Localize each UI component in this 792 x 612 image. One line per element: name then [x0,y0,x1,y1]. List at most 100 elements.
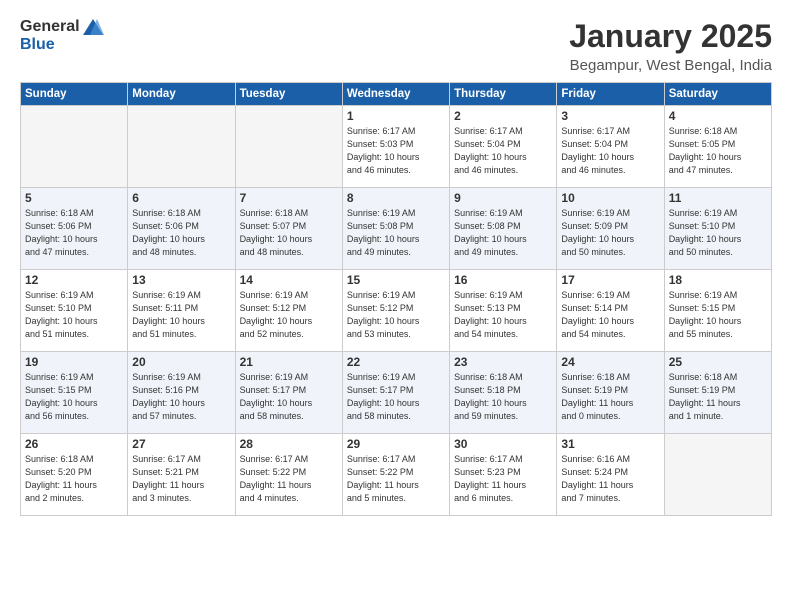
day-number: 14 [240,273,338,287]
calendar-day: 20Sunrise: 6:19 AM Sunset: 5:16 PM Dayli… [128,352,235,434]
calendar-day: 1 Sunrise: 6:17 AM Sunset: 5:03 PM Daylig… [342,106,449,188]
calendar-day: 14 Sunrise: 6:19 AM Sunset: 5:12 PM Dayli… [235,270,342,352]
day-number: 22 [347,355,445,369]
day-number: 5 [25,191,123,205]
day-info: Sunrise: 6:19 AM Sunset: 5:14 PM Dayligh… [561,289,659,341]
calendar-day: 7 Sunrise: 6:18 AM Sunset: 5:07 PM Daylig… [235,188,342,270]
day-number: 15 [347,273,445,287]
day-number: 27 [132,437,230,451]
day-info: Sunrise: 6:19 AM Sunset: 5:12 PM Dayligh… [347,289,445,341]
logo-general: General [20,18,80,36]
calendar-week-1: 5 Sunrise: 6:18 AM Sunset: 5:06 PM Daylig… [21,188,772,270]
calendar-day: 19 Sunrise: 6:19 AM Sunset: 5:15 PM Dayli… [21,352,128,434]
header-sunday: Sunday [21,83,128,106]
day-number: 7 [240,191,338,205]
day-number: 4 [669,109,767,123]
calendar-week-2: 12 Sunrise: 6:19 AM Sunset: 5:10 PM Dayli… [21,270,772,352]
day-info: Sunrise: 6:19 AM Sunset: 5:08 PM Dayligh… [347,207,445,259]
day-info: Sunrise: 6:17 AM Sunset: 5:04 PM Dayligh… [561,125,659,177]
day-number: 11 [669,191,767,205]
day-info: Sunrise: 6:19 AM Sunset: 5:15 PM Dayligh… [669,289,767,341]
calendar-day [21,106,128,188]
weekday-header-row: Sunday Monday Tuesday Wednesday Thursday… [21,83,772,106]
day-info: Sunrise: 6:18 AM Sunset: 5:07 PM Dayligh… [240,207,338,259]
header-wednesday: Wednesday [342,83,449,106]
calendar-day: 26Sunrise: 6:18 AM Sunset: 5:20 PM Dayli… [21,434,128,516]
day-number: 24 [561,355,659,369]
calendar-week-0: 1 Sunrise: 6:17 AM Sunset: 5:03 PM Daylig… [21,106,772,188]
day-number: 2 [454,109,552,123]
day-info: Sunrise: 6:18 AM Sunset: 5:05 PM Dayligh… [669,125,767,177]
calendar-day: 2 Sunrise: 6:17 AM Sunset: 5:04 PM Daylig… [450,106,557,188]
day-number: 9 [454,191,552,205]
day-info: Sunrise: 6:19 AM Sunset: 5:09 PM Dayligh… [561,207,659,259]
day-info: Sunrise: 6:19 AM Sunset: 5:12 PM Dayligh… [240,289,338,341]
day-info: Sunrise: 6:19 AM Sunset: 5:11 PM Dayligh… [132,289,230,341]
day-number: 16 [454,273,552,287]
calendar-title: January 2025 [569,18,772,55]
day-info: Sunrise: 6:17 AM Sunset: 5:23 PM Dayligh… [454,453,552,505]
calendar-day: 23 Sunrise: 6:18 AM Sunset: 5:18 PM Dayli… [450,352,557,434]
calendar-day: 10Sunrise: 6:19 AM Sunset: 5:09 PM Dayli… [557,188,664,270]
calendar-day: 13 Sunrise: 6:19 AM Sunset: 5:11 PM Dayli… [128,270,235,352]
calendar-day: 6 Sunrise: 6:18 AM Sunset: 5:06 PM Daylig… [128,188,235,270]
day-number: 6 [132,191,230,205]
calendar-day [128,106,235,188]
day-info: Sunrise: 6:18 AM Sunset: 5:18 PM Dayligh… [454,371,552,423]
day-number: 26 [25,437,123,451]
calendar-day: 12 Sunrise: 6:19 AM Sunset: 5:10 PM Dayli… [21,270,128,352]
logo: General Blue [20,18,104,54]
calendar-day: 28 Sunrise: 6:17 AM Sunset: 5:22 PM Dayli… [235,434,342,516]
day-number: 20 [132,355,230,369]
day-info: Sunrise: 6:18 AM Sunset: 5:06 PM Dayligh… [132,207,230,259]
day-info: Sunrise: 6:17 AM Sunset: 5:22 PM Dayligh… [240,453,338,505]
day-info: Sunrise: 6:19 AM Sunset: 5:13 PM Dayligh… [454,289,552,341]
day-info: Sunrise: 6:18 AM Sunset: 5:19 PM Dayligh… [561,371,659,423]
calendar-day: 29 Sunrise: 6:17 AM Sunset: 5:22 PM Dayli… [342,434,449,516]
calendar-week-3: 19 Sunrise: 6:19 AM Sunset: 5:15 PM Dayli… [21,352,772,434]
day-info: Sunrise: 6:19 AM Sunset: 5:10 PM Dayligh… [25,289,123,341]
day-info: Sunrise: 6:16 AM Sunset: 5:24 PM Dayligh… [561,453,659,505]
calendar-day: 25 Sunrise: 6:18 AM Sunset: 5:19 PM Dayli… [664,352,771,434]
day-number: 12 [25,273,123,287]
day-number: 23 [454,355,552,369]
day-number: 8 [347,191,445,205]
day-number: 1 [347,109,445,123]
day-number: 3 [561,109,659,123]
calendar-day: 5 Sunrise: 6:18 AM Sunset: 5:06 PM Daylig… [21,188,128,270]
calendar-day: 21 Sunrise: 6:19 AM Sunset: 5:17 PM Dayli… [235,352,342,434]
header-saturday: Saturday [664,83,771,106]
day-number: 28 [240,437,338,451]
calendar-day: 18Sunrise: 6:19 AM Sunset: 5:15 PM Dayli… [664,270,771,352]
title-area: January 2025 Begampur, West Bengal, Indi… [569,18,772,74]
day-number: 13 [132,273,230,287]
day-info: Sunrise: 6:17 AM Sunset: 5:04 PM Dayligh… [454,125,552,177]
calendar-week-4: 26Sunrise: 6:18 AM Sunset: 5:20 PM Dayli… [21,434,772,516]
header-thursday: Thursday [450,83,557,106]
header: General Blue January 2025 Begampur, West… [20,18,772,74]
day-info: Sunrise: 6:17 AM Sunset: 5:03 PM Dayligh… [347,125,445,177]
calendar-day: 30 Sunrise: 6:17 AM Sunset: 5:23 PM Dayli… [450,434,557,516]
day-number: 25 [669,355,767,369]
day-info: Sunrise: 6:18 AM Sunset: 5:19 PM Dayligh… [669,371,767,423]
calendar-day: 11Sunrise: 6:19 AM Sunset: 5:10 PM Dayli… [664,188,771,270]
calendar-subtitle: Begampur, West Bengal, India [569,57,772,74]
header-tuesday: Tuesday [235,83,342,106]
day-info: Sunrise: 6:19 AM Sunset: 5:17 PM Dayligh… [240,371,338,423]
day-number: 30 [454,437,552,451]
calendar-day: 9Sunrise: 6:19 AM Sunset: 5:08 PM Daylig… [450,188,557,270]
calendar-day: 22Sunrise: 6:19 AM Sunset: 5:17 PM Dayli… [342,352,449,434]
day-info: Sunrise: 6:18 AM Sunset: 5:06 PM Dayligh… [25,207,123,259]
calendar-day: 17 Sunrise: 6:19 AM Sunset: 5:14 PM Dayli… [557,270,664,352]
day-number: 19 [25,355,123,369]
calendar-day: 3 Sunrise: 6:17 AM Sunset: 5:04 PM Daylig… [557,106,664,188]
day-info: Sunrise: 6:17 AM Sunset: 5:22 PM Dayligh… [347,453,445,505]
calendar-day: 8 Sunrise: 6:19 AM Sunset: 5:08 PM Daylig… [342,188,449,270]
day-number: 21 [240,355,338,369]
logo-icon [82,18,104,36]
logo-blue: Blue [20,36,55,54]
day-number: 17 [561,273,659,287]
day-number: 29 [347,437,445,451]
day-info: Sunrise: 6:19 AM Sunset: 5:15 PM Dayligh… [25,371,123,423]
calendar-day [235,106,342,188]
